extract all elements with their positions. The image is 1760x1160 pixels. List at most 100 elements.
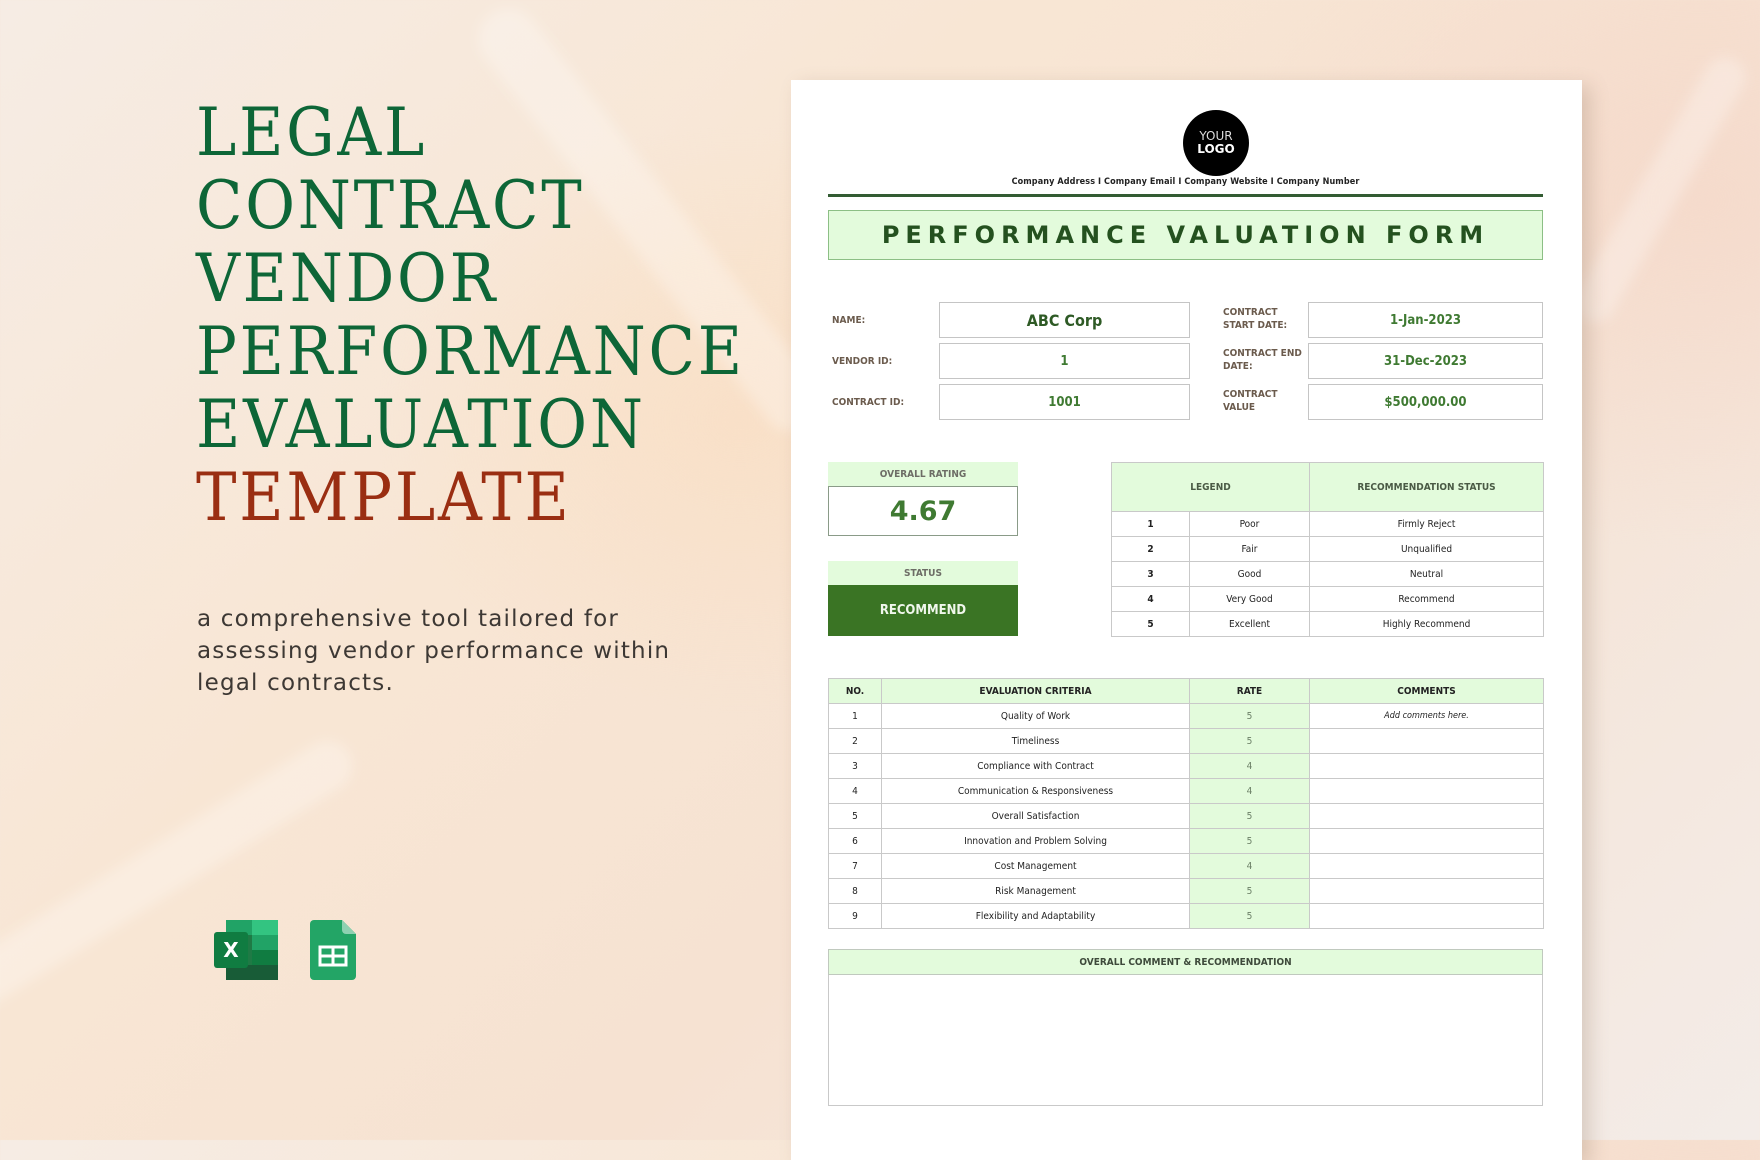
evaluation-header-row: NO. EVALUATION CRITERIA RATE COMMENTS <box>828 678 1544 704</box>
row-number: 4 <box>828 778 882 804</box>
legend-number: 2 <box>1111 536 1190 562</box>
legend-rating: Poor <box>1188 511 1311 537</box>
promo-title-line: VENDOR <box>196 240 499 317</box>
name-label: NAME: <box>832 315 866 326</box>
legend-table: LEGEND RECOMMENDATION STATUS 1 Poor Firm… <box>1110 462 1545 637</box>
criteria-cell: Compliance with Contract <box>881 753 1190 779</box>
rate-cell[interactable]: 5 <box>1189 878 1310 904</box>
background-highlight <box>0 731 362 1029</box>
legend-status: Neutral <box>1309 561 1545 587</box>
promo-title: LEGAL CONTRACT VENDOR PERFORMANCE EVALUA… <box>196 96 745 534</box>
criteria-cell: Quality of Work <box>881 703 1190 729</box>
comment-cell[interactable] <box>1309 903 1544 929</box>
vendor-id-field[interactable]: 1 <box>939 343 1190 379</box>
evaluation-row: 7 Cost Management 4 <box>828 853 1544 879</box>
legend-row: 4 Very Good Recommend <box>1111 586 1545 612</box>
evaluation-row: 8 Risk Management 5 <box>828 878 1544 904</box>
row-number: 3 <box>828 753 882 779</box>
vendor-id-label: VENDOR ID: <box>832 356 893 367</box>
evaluation-row: 3 Compliance with Contract 4 <box>828 753 1544 779</box>
row-number: 8 <box>828 878 882 904</box>
status-badge: RECOMMEND <box>828 585 1018 636</box>
form-title: PERFORMANCE VALUATION FORM <box>828 210 1543 260</box>
comment-cell[interactable] <box>1309 878 1544 904</box>
label-line: DATE: <box>1223 361 1253 372</box>
promo-subtitle: a comprehensive tool tailored for assess… <box>197 606 671 696</box>
overall-rating-value: 4.67 <box>828 486 1018 536</box>
legend-rating: Very Good <box>1188 586 1311 612</box>
criteria-cell: Timeliness <box>881 728 1190 754</box>
contract-id-field[interactable]: 1001 <box>939 384 1190 420</box>
promo-title-line: LEGAL <box>196 94 428 171</box>
rate-cell[interactable]: 4 <box>1189 853 1310 879</box>
logo-placeholder: YOUR LOGO <box>1183 110 1249 176</box>
label-line: CONTRACT <box>1223 307 1278 318</box>
evaluation-row: 1 Quality of Work 5 Add comments here. <box>828 703 1544 729</box>
name-field[interactable]: ABC Corp <box>939 302 1190 338</box>
rate-cell[interactable]: 5 <box>1189 728 1310 754</box>
recommendation-status-header: RECOMMENDATION STATUS <box>1309 462 1545 512</box>
row-number: 1 <box>828 703 882 729</box>
svg-text:X: X <box>223 938 239 962</box>
overall-comment-header: OVERALL COMMENT & RECOMMENDATION <box>828 949 1543 975</box>
contract-start-date-field[interactable]: 1-Jan-2023 <box>1308 302 1543 338</box>
comment-cell[interactable] <box>1309 778 1544 804</box>
comments-header: COMMENTS <box>1309 678 1544 704</box>
legend-rating: Good <box>1188 561 1311 587</box>
evaluation-row: 9 Flexibility and Adaptability 5 <box>828 903 1544 929</box>
contract-value-field[interactable]: $500,000.00 <box>1308 384 1543 420</box>
header-divider <box>828 194 1543 197</box>
criteria-cell: Cost Management <box>881 853 1190 879</box>
comment-cell[interactable] <box>1309 828 1544 854</box>
legend-rating: Excellent <box>1188 611 1311 637</box>
evaluation-row: 2 Timeliness 5 <box>828 728 1544 754</box>
criteria-header: EVALUATION CRITERIA <box>881 678 1190 704</box>
evaluation-row: 4 Communication & Responsiveness 4 <box>828 778 1544 804</box>
number-header: NO. <box>828 678 882 704</box>
criteria-cell: Risk Management <box>881 878 1190 904</box>
legend-status: Recommend <box>1309 586 1545 612</box>
legend-status: Highly Recommend <box>1309 611 1545 637</box>
rate-cell[interactable]: 5 <box>1189 703 1310 729</box>
comment-cell[interactable]: Add comments here. <box>1309 703 1544 729</box>
criteria-cell: Communication & Responsiveness <box>881 778 1190 804</box>
contract-start-date-label: CONTRACT START DATE: <box>1223 306 1287 332</box>
comment-cell[interactable] <box>1309 753 1544 779</box>
rate-cell[interactable]: 5 <box>1189 903 1310 929</box>
legend-row: 1 Poor Firmly Reject <box>1111 511 1545 537</box>
legend-header-row: LEGEND RECOMMENDATION STATUS <box>1110 462 1545 512</box>
document-page: YOUR LOGO Company Address I Company Emai… <box>791 80 1582 1160</box>
background-highlight <box>1567 50 1753 330</box>
legend-header: LEGEND <box>1110 462 1311 512</box>
legend-row: 2 Fair Unqualified <box>1111 536 1545 562</box>
logo-line-2: LOGO <box>1197 142 1235 156</box>
rate-cell[interactable]: 5 <box>1189 803 1310 829</box>
contract-value-label: CONTRACT VALUE <box>1223 388 1278 414</box>
evaluation-table: NO. EVALUATION CRITERIA RATE COMMENTS 1 … <box>828 678 1544 929</box>
criteria-cell: Flexibility and Adaptability <box>881 903 1190 929</box>
label-line: CONTRACT END <box>1223 348 1302 359</box>
comment-cell[interactable] <box>1309 803 1544 829</box>
promo-title-line: EVALUATION <box>196 386 646 463</box>
overall-comment-field[interactable] <box>828 975 1543 1106</box>
row-number: 9 <box>828 903 882 929</box>
overall-rating-label: OVERALL RATING <box>828 462 1018 486</box>
comment-cell[interactable] <box>1309 728 1544 754</box>
legend-status: Firmly Reject <box>1309 511 1545 537</box>
contract-end-date-label: CONTRACT END DATE: <box>1223 347 1302 373</box>
comment-cell[interactable] <box>1309 853 1544 879</box>
row-number: 7 <box>828 853 882 879</box>
company-info-line: Company Address I Company Email I Compan… <box>1011 177 1360 187</box>
rate-cell[interactable]: 4 <box>1189 778 1310 804</box>
contract-end-date-field[interactable]: 31-Dec-2023 <box>1308 343 1543 379</box>
legend-rating: Fair <box>1188 536 1311 562</box>
label-line: CONTRACT <box>1223 389 1278 400</box>
row-number: 2 <box>828 728 882 754</box>
evaluation-row: 5 Overall Satisfaction 5 <box>828 803 1544 829</box>
legend-status: Unqualified <box>1309 536 1545 562</box>
evaluation-row: 6 Innovation and Problem Solving 5 <box>828 828 1544 854</box>
rate-cell[interactable]: 5 <box>1189 828 1310 854</box>
criteria-cell: Overall Satisfaction <box>881 803 1190 829</box>
legend-row: 3 Good Neutral <box>1111 561 1545 587</box>
rate-cell[interactable]: 4 <box>1189 753 1310 779</box>
